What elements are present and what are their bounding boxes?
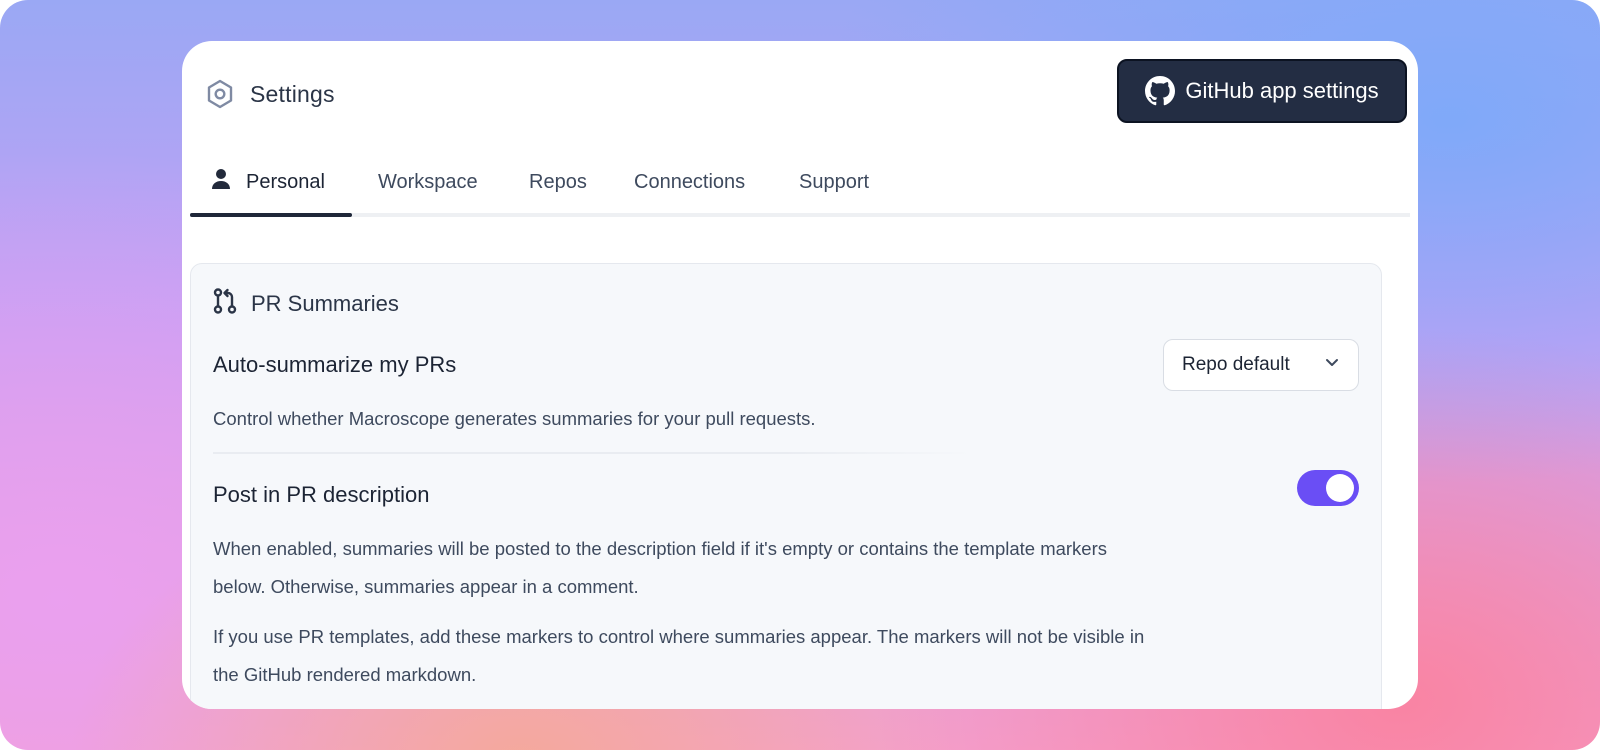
section-divider bbox=[213, 452, 973, 454]
pr-templates-note: If you use PR templates, add these marke… bbox=[213, 626, 1145, 685]
tab-label: Repos bbox=[529, 170, 587, 193]
auto-summarize-selected-value: Repo default bbox=[1182, 354, 1290, 375]
page-header: Settings bbox=[206, 79, 335, 109]
auto-summarize-description: Control whether Macroscope generates sum… bbox=[213, 408, 816, 429]
settings-card: Settings GitHub app settings Personal Wo… bbox=[182, 41, 1418, 709]
post-in-description-toggle[interactable] bbox=[1297, 470, 1359, 506]
github-icon bbox=[1145, 76, 1176, 106]
page-title: Settings bbox=[250, 80, 335, 107]
pr-summaries-panel: PR Summaries Auto-summarize my PRs Repo … bbox=[190, 263, 1382, 709]
tab-workspace[interactable]: Workspace bbox=[378, 151, 478, 213]
pr-summaries-title: PR Summaries bbox=[251, 290, 399, 316]
hexagon-settings-icon bbox=[206, 79, 234, 109]
post-in-description-title: Post in PR description bbox=[213, 482, 430, 507]
pr-summaries-header: PR Summaries bbox=[213, 288, 399, 319]
tab-label: Support bbox=[799, 170, 870, 193]
post-in-description-text: When enabled, summaries will be posted t… bbox=[213, 538, 1108, 597]
toggle-knob bbox=[1326, 474, 1354, 502]
github-app-settings-button[interactable]: GitHub app settings bbox=[1117, 59, 1407, 123]
user-icon bbox=[210, 168, 232, 196]
tab-connections[interactable]: Connections bbox=[634, 151, 745, 213]
tab-personal[interactable]: Personal bbox=[190, 151, 352, 217]
auto-summarize-select[interactable]: Repo default bbox=[1163, 339, 1359, 391]
github-app-settings-label: GitHub app settings bbox=[1185, 78, 1379, 103]
tab-support[interactable]: Support bbox=[799, 151, 869, 213]
settings-tabs: Personal Workspace Repos Connections Sup… bbox=[190, 151, 1410, 217]
chevron-down-icon bbox=[1324, 354, 1340, 376]
tab-label: Personal bbox=[246, 170, 325, 193]
tab-repos[interactable]: Repos bbox=[529, 151, 587, 213]
auto-summarize-title: Auto-summarize my PRs bbox=[213, 352, 457, 377]
tab-label: Workspace bbox=[378, 170, 478, 193]
git-pull-request-icon bbox=[213, 288, 237, 319]
tab-label: Connections bbox=[634, 170, 746, 193]
